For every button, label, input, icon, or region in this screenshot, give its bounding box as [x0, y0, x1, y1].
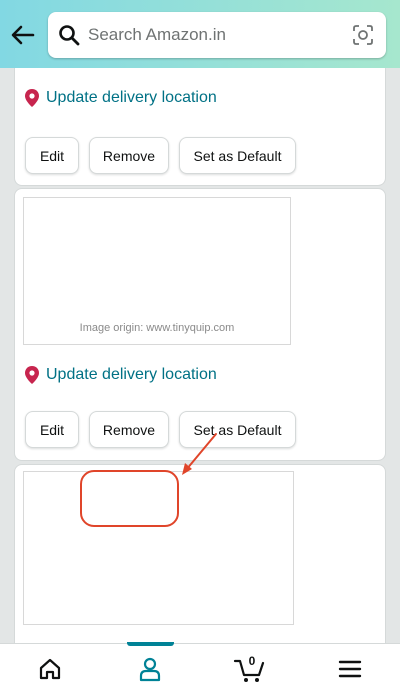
update-location-link[interactable]: Update delivery location — [46, 366, 217, 384]
active-tab-indicator — [127, 642, 174, 646]
remove-button[interactable]: Remove — [89, 411, 169, 448]
remove-button[interactable]: Remove — [89, 137, 169, 174]
update-location-row[interactable]: Update delivery location — [25, 89, 217, 107]
nav-menu[interactable] — [300, 644, 400, 693]
search-icon — [59, 25, 80, 46]
pointer-arrow-icon — [182, 433, 217, 475]
set-as-default-button[interactable]: Set as Default — [179, 137, 296, 174]
location-pin-icon — [25, 366, 39, 384]
address-card — [14, 464, 386, 643]
address-card: Image origin: www.tinyquip.com Update de… — [14, 188, 386, 461]
location-pin-icon — [25, 89, 39, 107]
update-location-link[interactable]: Update delivery location — [46, 89, 217, 107]
back-button[interactable] — [8, 20, 38, 50]
image-watermark: Image origin: www.tinyquip.com — [79, 322, 235, 334]
home-icon — [39, 658, 61, 680]
cart-count-badge: 0 — [248, 654, 256, 668]
person-icon — [139, 657, 161, 682]
image-placeholder: Image origin: www.tinyquip.com — [23, 197, 291, 345]
nav-you[interactable] — [100, 642, 200, 693]
nav-cart[interactable]: 0 — [200, 644, 300, 693]
camera-lens-icon[interactable] — [352, 24, 374, 46]
nav-home[interactable] — [0, 644, 100, 693]
address-list[interactable]: Update delivery location Edit Remove Set… — [0, 68, 400, 643]
bottom-nav: 0 — [0, 642, 400, 693]
edit-button[interactable]: Edit — [25, 411, 79, 448]
update-location-row[interactable]: Update delivery location — [25, 366, 217, 384]
edit-button[interactable]: Edit — [25, 137, 79, 174]
arrow-left-icon — [11, 25, 35, 45]
remove-highlight-annotation — [80, 470, 179, 527]
search-input[interactable] — [88, 22, 338, 48]
hamburger-menu-icon — [338, 660, 362, 678]
top-header — [0, 0, 400, 68]
address-card: Update delivery location Edit Remove Set… — [14, 68, 386, 186]
search-bar[interactable] — [48, 12, 386, 58]
